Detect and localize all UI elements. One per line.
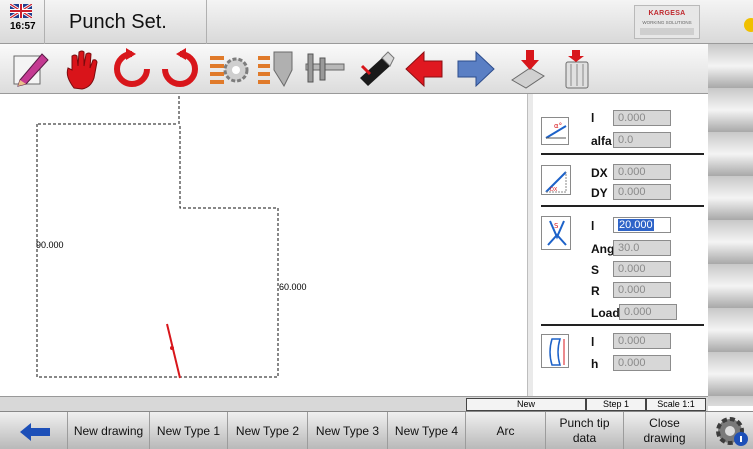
angle-diagram-icon: α° [541, 117, 569, 145]
function-key-bar: New drawing New Type 1 New Type 2 New Ty… [0, 411, 753, 449]
label-dy: DY [591, 186, 608, 200]
close-drawing-label-2: drawing [643, 431, 686, 445]
brand-name: KARGESA [648, 10, 686, 17]
dy-input[interactable]: 0.000 [613, 184, 671, 200]
height-l-input[interactable]: 0.000 [613, 333, 671, 349]
trash-bin-icon[interactable] [556, 46, 600, 92]
divider [541, 153, 704, 155]
divider [541, 205, 704, 207]
pen-drive-import-icon[interactable] [506, 46, 550, 92]
punch-l-input[interactable]: 20.000 [613, 217, 671, 233]
label-alfa: alfa [591, 134, 612, 148]
punch-l-value: 20.000 [618, 219, 654, 231]
status-step: Step 1 [586, 398, 646, 411]
close-drawing-label-1: Close [649, 416, 680, 430]
title-bar: 16:57 Punch Set. KARGESA WORKING SOLUTIO… [0, 0, 753, 44]
settings-list-icon[interactable] [206, 46, 250, 92]
r-input[interactable]: 0.000 [613, 282, 671, 298]
brand-bar [640, 28, 694, 35]
gear-icon [716, 417, 748, 446]
punch-tip-label-2: data [572, 431, 597, 445]
label-ang: Ang [591, 242, 615, 256]
dx-input[interactable]: 0.000 [613, 164, 671, 180]
hand-stop-icon[interactable] [60, 46, 104, 92]
close-drawing-button[interactable]: Close drawing [624, 412, 706, 449]
toolbar [0, 44, 708, 94]
punch-tip-marker [170, 346, 174, 350]
divider [541, 324, 704, 326]
punch-tip-line [166, 323, 181, 379]
label-l: l [591, 335, 595, 349]
new-type1-button[interactable]: New Type 1 [150, 412, 228, 449]
new-type2-button[interactable]: New Type 2 [228, 412, 308, 449]
punch-tip-label-1: Punch tip [559, 416, 610, 430]
tool-list-icon[interactable] [254, 46, 298, 92]
svg-text:S: S [554, 222, 559, 230]
drawing-canvas[interactable]: 90.000 60.000 [0, 94, 527, 396]
drawing-svg [36, 96, 279, 379]
label-h: h [591, 357, 599, 371]
label-dx: DX [591, 166, 608, 180]
h-input[interactable]: 0.000 [613, 355, 671, 371]
load-input[interactable]: 0.000 [619, 304, 677, 320]
new-drawing-button[interactable]: New drawing [68, 412, 150, 449]
label-l: l [591, 111, 595, 125]
page-title: Punch Set. [69, 11, 167, 33]
arrow-left-red-icon[interactable] [402, 46, 446, 92]
punch-geometry-icon: S [541, 216, 571, 250]
arc-button[interactable]: Arc [466, 412, 546, 449]
offset-diagram-icon: DX [541, 165, 571, 195]
edit-pencil-icon[interactable] [8, 46, 52, 92]
language-selector[interactable]: 16:57 [2, 3, 38, 39]
height-diagram-icon [541, 334, 569, 368]
new-type3-button[interactable]: New Type 3 [308, 412, 388, 449]
label-l: l [591, 219, 595, 233]
punch-tip-data-button[interactable]: Punch tip data [546, 412, 624, 449]
rotate-right-icon[interactable] [158, 46, 202, 92]
svg-text:α°: α° [554, 122, 562, 130]
new-type4-button[interactable]: New Type 4 [388, 412, 466, 449]
label-load: Load [591, 306, 620, 320]
status-bar: New Step 1 Scale 1:1 [0, 396, 708, 411]
alfa-input[interactable]: 0.0 [613, 132, 671, 148]
settings-button[interactable] [712, 413, 752, 449]
rotate-left-icon[interactable] [110, 46, 154, 92]
label-s: S [591, 263, 600, 277]
side-scroll-buttons[interactable] [708, 44, 753, 406]
label-r: R [591, 284, 600, 298]
dimension-label-right: 60.000 [279, 282, 307, 292]
properties-panel: α° l 0.000 alfa 0.0 DX DX 0.000 DY 0.000… [533, 94, 708, 396]
brand-logo: KARGESA WORKING SOLUTIONS [634, 5, 700, 39]
clock-time: 16:57 [10, 21, 36, 32]
title-cell: Punch Set. [44, 0, 207, 44]
ang-input[interactable]: 30.0 [613, 240, 671, 256]
dimension-label-left: 90.000 [36, 240, 64, 250]
angle-l-input[interactable]: 0.000 [613, 110, 671, 126]
brand-subtitle: WORKING SOLUTIONS [642, 20, 692, 25]
back-arrow-icon [20, 423, 50, 441]
status-mode: New [466, 398, 586, 411]
svg-text:DX: DX [550, 187, 558, 193]
s-input[interactable]: 0.000 [613, 261, 671, 277]
usb-drive-icon[interactable] [352, 46, 396, 92]
punch-profile-outline [36, 96, 279, 378]
caliper-icon[interactable] [302, 46, 346, 92]
uk-flag-icon [10, 4, 32, 18]
status-scale: Scale 1:1 [646, 398, 706, 411]
arrow-right-blue-icon[interactable] [454, 46, 498, 92]
status-indicator-icon [744, 18, 753, 32]
back-button[interactable] [0, 412, 68, 449]
